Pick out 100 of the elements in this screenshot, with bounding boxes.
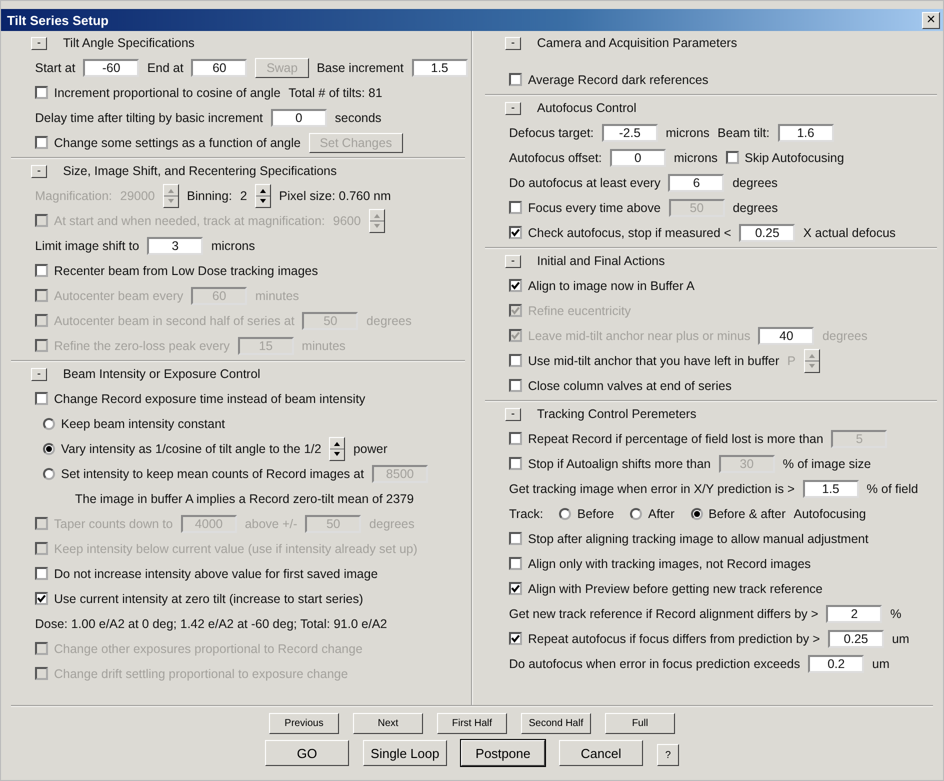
field-label: Binning:	[186, 188, 232, 202]
radio-option[interactable]: Before & after	[690, 506, 786, 520]
radio-option[interactable]: Keep beam intensity constant	[43, 416, 225, 430]
checkbox[interactable]: Align only with tracking images, not Record images	[509, 556, 811, 570]
checkbox[interactable]: Align to image now in Buffer A	[509, 278, 695, 292]
check-icon	[511, 306, 520, 315]
dialog-button[interactable]: ?	[657, 744, 679, 766]
dialog-button[interactable]: Postpone	[461, 740, 545, 766]
checkbox[interactable]: Repeat autofocus if focus differs from prediction by >	[509, 632, 820, 646]
input-field[interactable]: 60	[191, 58, 248, 76]
dialog-button[interactable]: Cancel	[559, 740, 643, 766]
check-icon	[511, 281, 520, 290]
input-field[interactable]: 2	[826, 604, 882, 622]
check-icon	[511, 584, 520, 593]
nav-button[interactable]: Second Half	[521, 713, 591, 734]
field-label: Pixel size: 0.760 nm	[279, 188, 391, 202]
checkbox[interactable]: Close column valves at end of series	[509, 378, 732, 392]
radio-button[interactable]	[43, 468, 55, 480]
checkbox[interactable]: Recenter beam from Low Dose tracking images	[35, 264, 318, 278]
field-label: Delay time after tilting by basic increment	[35, 110, 263, 124]
spin-button[interactable]	[329, 436, 346, 460]
field-label: X actual defocus	[803, 226, 896, 240]
radio-button[interactable]	[630, 508, 642, 520]
section-title: Camera and Acquisition Parameters	[537, 36, 738, 50]
checkbox[interactable]: Increment proportional to cosine of angle	[35, 86, 281, 100]
field-label: minutes	[302, 338, 346, 352]
field-label: Defocus target:	[509, 126, 594, 140]
nav-button[interactable]: First Half	[437, 713, 507, 734]
field-label: %	[890, 606, 902, 620]
field-label: 29000	[120, 188, 155, 202]
section-title: Beam Intensity or Exposure Control	[63, 367, 260, 381]
nav-button[interactable]: Previous	[269, 713, 339, 734]
field-label: minutes	[255, 288, 300, 302]
collapse-button[interactable]: -	[31, 164, 47, 178]
input-field[interactable]: 0	[270, 108, 327, 126]
field-label: microns	[211, 238, 255, 252]
field-label: Autofocusing	[794, 506, 866, 520]
field-label: 2	[240, 188, 248, 202]
input-field[interactable]: 0.2	[808, 654, 864, 672]
field-label: Track:	[509, 506, 544, 520]
checkbox[interactable]: Use mid-tilt anchor that you have left in buffer	[509, 354, 780, 368]
dialog-button[interactable]: Single Loop	[363, 740, 447, 766]
field-label: % of image size	[782, 456, 871, 470]
input-field[interactable]: 3	[147, 236, 204, 254]
checkbox[interactable]: Stop after aligning tracking image to allow manual adjustment	[509, 532, 868, 546]
radio-option[interactable]: Vary intensity as 1/cosine of tilt angle to the 1/2	[43, 442, 322, 456]
radio-button[interactable]	[690, 508, 703, 520]
field-label: End at	[147, 60, 184, 74]
check-icon	[511, 634, 520, 643]
field-label: Beam tilt:	[718, 126, 770, 140]
input-field[interactable]: 0	[610, 148, 666, 166]
checkbox[interactable]: Average Record dark references	[509, 72, 708, 86]
collapse-button[interactable]: -	[31, 368, 47, 380]
field-label: Get new track reference if Record alignment differs by >	[509, 606, 818, 620]
field-label: Dose: 1.00 e/A2 at 0 deg; 1.42 e/A2 at -60 deg; Total: 91.0 e/A2	[35, 616, 388, 630]
field-label: degrees	[732, 200, 778, 214]
field-label: um	[872, 656, 890, 670]
collapse-button[interactable]: -	[505, 102, 521, 114]
input-field[interactable]: 0.25	[828, 630, 884, 648]
checkbox[interactable]: Change some settings as a function of angle	[35, 136, 301, 150]
close-button[interactable]: ×	[922, 12, 940, 28]
input-field[interactable]: 1.5	[802, 480, 859, 498]
field-label: microns	[666, 126, 710, 140]
radio-button[interactable]	[43, 418, 55, 430]
checkbox[interactable]: Check autofocus, stop if measured <	[509, 226, 732, 240]
checkbox[interactable]: Skip Autofocusing	[726, 150, 844, 164]
field-label: microns	[674, 150, 718, 164]
radio-button[interactable]	[559, 508, 572, 520]
field-label: % of field	[866, 482, 918, 496]
collapse-button[interactable]: -	[505, 408, 521, 420]
input-field[interactable]: 1.6	[778, 124, 834, 142]
section-title: Autofocus Control	[537, 101, 636, 115]
input-field[interactable]: -60	[83, 58, 140, 76]
checkbox[interactable]: Stop if Autoalign shifts more than	[509, 456, 711, 470]
input-field[interactable]: 1.5	[412, 58, 468, 76]
radio-option[interactable]: After	[630, 506, 675, 520]
field-label: Do autofocus at least every	[509, 176, 660, 190]
field-label: above +/-	[244, 516, 298, 530]
checkbox[interactable]: Use current intensity at zero tilt (increase to start series)	[35, 592, 364, 606]
spin-button[interactable]	[255, 184, 272, 208]
input-field[interactable]: 40	[758, 326, 814, 344]
checkbox[interactable]: Align with Preview before getting new track reference	[509, 582, 823, 596]
collapse-button[interactable]: -	[31, 36, 47, 50]
collapse-button[interactable]: -	[505, 36, 521, 50]
radio-button[interactable]	[43, 442, 55, 454]
checkbox[interactable]: Focus every time above	[509, 200, 661, 214]
radio-option[interactable]: Set intensity to keep mean counts of Record images at	[43, 466, 364, 480]
radio-option[interactable]: Before	[559, 506, 614, 520]
checkbox[interactable]: Change Record exposure time instead of beam intensity	[35, 392, 366, 406]
nav-button[interactable]: Full	[605, 713, 675, 734]
checkbox[interactable]: Do not increase intensity above value for first saved image	[35, 566, 378, 580]
nav-button[interactable]: Next	[353, 713, 423, 734]
dialog-button[interactable]: GO	[265, 740, 349, 766]
collapse-button[interactable]: -	[505, 254, 521, 268]
input-field[interactable]: 0.25	[739, 224, 796, 242]
field-label: seconds	[334, 110, 382, 124]
input-field[interactable]: 6	[668, 174, 724, 192]
input-field[interactable]: -2.5	[602, 124, 658, 142]
checkbox[interactable]: Repeat Record if percentage of field lost is more than	[509, 432, 824, 446]
field-label: Limit image shift to	[35, 238, 140, 252]
